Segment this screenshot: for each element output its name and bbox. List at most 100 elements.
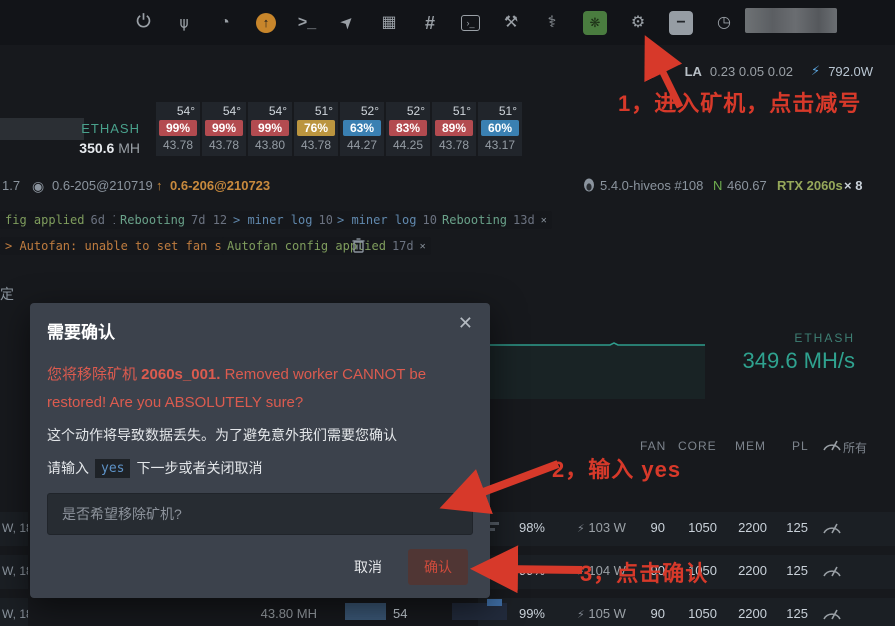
mem-clock: 2200 [727, 520, 767, 535]
cancel-button[interactable]: 取消 [354, 557, 382, 577]
gpu-cell[interactable]: 54°99%43.80 [248, 102, 292, 156]
firmware-icon[interactable]: ▦ [379, 15, 399, 31]
fan-setting: 90 [628, 606, 665, 621]
event-tag[interactable]: Autofan config applied17d✕ [222, 237, 431, 255]
boost-rocket-icon[interactable]: ➤ [335, 10, 360, 35]
oc-gauge-header-icon[interactable] [822, 437, 842, 457]
power-limit: 125 [773, 520, 808, 535]
doctor-icon[interactable]: ⚕ [542, 15, 562, 31]
load-average-row: LA 0.23 0.05 0.02 ⚡ 792.0W [685, 63, 873, 79]
redacted-account-name [745, 8, 837, 33]
gpu-summary-cells: 54°99%43.78 54°99%43.78 54°99%43.80 51°7… [156, 102, 522, 156]
upgrade-arrow-icon: ↑ [156, 178, 163, 193]
summary-algo: ETHASH [58, 121, 140, 136]
fan-setting: 90 [628, 520, 665, 535]
col-header-pl: PL [792, 439, 809, 453]
row-left-fragment: W, 184 W [0, 598, 28, 626]
total-power: 792.0W [828, 64, 873, 79]
summary-hashrate: 350.6 MH [30, 140, 140, 156]
gpu-cell[interactable]: 51°76%43.78 [294, 102, 338, 156]
core-clock: 1050 [677, 520, 717, 535]
row-left-fragment: W, 18 [0, 512, 28, 546]
versions-row: 1.7 ◉ 0.6-205@210719 ↑ 0.6-206@210723 5.… [0, 178, 895, 198]
agent-upgrade-version[interactable]: 0.6-206@210723 [170, 178, 270, 193]
reboot-icon[interactable]: ⋔ [174, 15, 194, 31]
gpu-count: × 8 [844, 178, 862, 193]
remove-worker-minus-icon[interactable]: − [669, 11, 693, 35]
tag-close-icon[interactable]: ✕ [420, 241, 426, 252]
driver-version: 460.67 [727, 178, 767, 193]
col-header-mem: MEM [735, 439, 766, 453]
tools-icon[interactable]: ⚙ [628, 15, 648, 31]
upgrade-icon[interactable]: ↑ [256, 13, 276, 33]
gpu-cell[interactable]: 52°63%44.27 [340, 102, 384, 156]
gpu-cell[interactable]: 52°83%44.25 [386, 102, 430, 156]
toolbar: ⋔ ◔ ↑ >_ ➤ ▦ # ›_ ⚒ ⚕ ❋ ⚙ − ◷ ↻ [0, 0, 895, 45]
annotation-step3: 3，点击确认 [580, 556, 708, 588]
la-values: 0.23 0.05 0.02 [710, 64, 793, 79]
clear-events-trash-icon[interactable] [352, 238, 365, 258]
oc-gauge-icon[interactable] [822, 563, 842, 583]
agent-version: 0.6-205@210719 [52, 178, 153, 193]
linux-penguin-icon [583, 178, 595, 195]
watchdog-icon[interactable]: ◷ [714, 15, 734, 31]
event-tag[interactable]: Rebooting13d✕ [437, 211, 552, 229]
mem-clock: 2200 [727, 563, 767, 578]
maintenance-icon[interactable]: ⚒ [501, 15, 521, 31]
annotation-arrow-1 [640, 44, 692, 114]
annotation-arrow-2 [440, 452, 570, 514]
hiveos-worker-page: ⋔ ◔ ↑ >_ ➤ ▦ # ›_ ⚒ ⚕ ❋ ⚙ − ◷ ↻ LA 0.23 … [0, 0, 895, 626]
modal-close-icon[interactable]: ✕ [458, 313, 473, 334]
fan-percent: 99% [505, 606, 545, 621]
gpu-power: ⚡ 105 W [577, 606, 626, 621]
col-header-fan: FAN [640, 439, 666, 453]
modal-title: 需要确认 [47, 318, 115, 343]
col-header-core: CORE [678, 439, 717, 453]
hive-shell-icon[interactable]: >_ [297, 15, 317, 31]
gpu-power: ⚡ 103 W [577, 520, 626, 535]
gpu-model: RTX 2060s [777, 178, 843, 193]
bolt-icon: ⚡ [577, 609, 585, 621]
hive-agent-icon: ◉ [32, 178, 44, 195]
tag-close-icon[interactable]: ✕ [541, 215, 547, 226]
hashrate-icon[interactable]: # [420, 14, 440, 32]
oc-gauge-icon[interactable] [822, 606, 842, 626]
annotation-arrow-3 [478, 556, 590, 584]
kernel-version: 5.4.0-hiveos #108 [600, 178, 703, 193]
gpu-temp: 54 [393, 606, 417, 621]
gpu-cell[interactable]: 51°60%43.17 [478, 102, 522, 156]
core-clock: 1050 [677, 606, 717, 621]
confirm-input[interactable] [47, 493, 473, 535]
mem-clock: 2200 [727, 606, 767, 621]
left-edge-text-fragment: 定 [0, 284, 14, 304]
fan-sparkbar [487, 599, 502, 606]
power-icon[interactable] [133, 12, 153, 33]
oc-gauge-icon[interactable] [822, 520, 842, 540]
driver-label: N [713, 178, 722, 193]
row-left-fragment: W, 18 [0, 555, 28, 589]
yes-code-chip: yes [95, 459, 130, 478]
power-limit: 125 [773, 606, 808, 621]
autofan-icon[interactable]: ❋ [583, 11, 607, 35]
gpu-hashrate: 43.80 MH [245, 606, 317, 621]
annotation-step2: 2，输入 yes [552, 452, 681, 484]
temp-bar [345, 603, 386, 620]
col-header-all: 所有 [843, 439, 867, 456]
modal-prompt: 请输入 yes 下一步或者关闭取消 [47, 458, 262, 478]
worker-algo: ETHASH [794, 331, 855, 345]
gpu-cell[interactable]: 54°99%43.78 [202, 102, 246, 156]
power-bolt-icon: ⚡ [811, 63, 820, 79]
schedule-icon[interactable]: ◔ [215, 15, 235, 31]
worker-name: 2060s_001. [141, 366, 220, 383]
left-fragment: 1.7 [2, 178, 20, 193]
gpu-cell[interactable]: 54°99%43.78 [156, 102, 200, 156]
gpu-cell[interactable]: 51°89%43.78 [432, 102, 476, 156]
power-limit: 125 [773, 563, 808, 578]
confirm-button[interactable]: 确认 [408, 549, 468, 585]
confirm-remove-modal: 需要确认 ✕ 您将移除矿机 2060s_001. Removed worker … [30, 303, 490, 598]
modal-info-text: 这个动作将导致数据丢失。为了避免意外我们需要您确认 [47, 425, 473, 445]
worker-hashrate: 349.6 MH/s [743, 348, 856, 374]
remote-console-icon[interactable]: ›_ [461, 15, 480, 31]
bolt-icon: ⚡ [577, 523, 585, 535]
fan-percent: 98% [505, 520, 545, 535]
